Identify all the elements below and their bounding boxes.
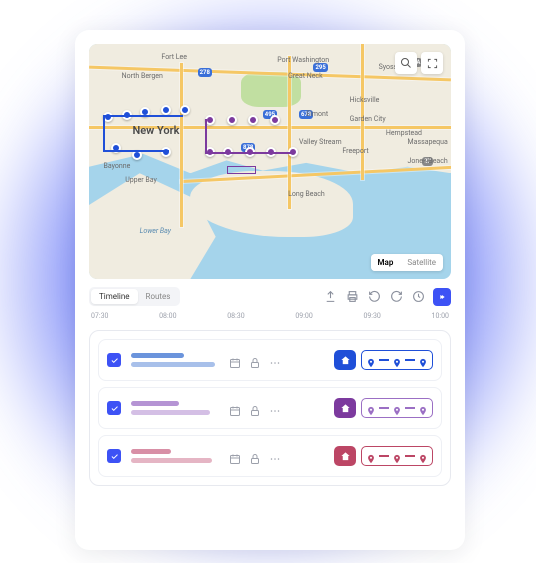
route-bars xyxy=(131,449,219,463)
calendar-icon[interactable] xyxy=(229,450,241,462)
route-chain[interactable] xyxy=(361,398,433,418)
map-city-label: New York xyxy=(132,124,179,137)
print-icon[interactable] xyxy=(345,290,359,304)
clock-icon[interactable] xyxy=(411,290,425,304)
zoom-button[interactable] xyxy=(395,52,417,74)
more-icon[interactable] xyxy=(269,450,281,462)
calendar-icon[interactable] xyxy=(229,402,241,414)
tab-routes[interactable]: Routes xyxy=(138,289,179,304)
home-icon[interactable] xyxy=(334,398,356,418)
route-row-1 xyxy=(98,339,442,381)
map-pin-purple[interactable] xyxy=(270,115,280,125)
app-card: 278 495 678 295 878 25A 27 New York Fort… xyxy=(75,30,465,550)
route-chain[interactable] xyxy=(361,350,433,370)
export-icon[interactable] xyxy=(323,290,337,304)
toolbar: Timeline Routes xyxy=(89,287,451,306)
timeline-axis: 07:30 08:00 08:30 09:00 09:30 10:00 xyxy=(89,312,451,320)
home-icon[interactable] xyxy=(334,446,356,466)
home-icon[interactable] xyxy=(334,350,356,370)
map-pin-purple[interactable] xyxy=(227,115,237,125)
map-view[interactable]: 278 495 678 295 878 25A 27 New York Fort… xyxy=(89,44,451,279)
map-type-map[interactable]: Map xyxy=(371,254,401,271)
undo-icon[interactable] xyxy=(367,290,381,304)
play-button[interactable] xyxy=(433,288,451,306)
lock-icon[interactable] xyxy=(249,450,261,462)
checkbox[interactable] xyxy=(107,353,121,367)
route-chain[interactable] xyxy=(361,446,433,466)
checkbox[interactable] xyxy=(107,449,121,463)
route-row-2 xyxy=(98,387,442,429)
view-toggle[interactable]: Timeline Routes xyxy=(89,287,180,306)
route-row-3 xyxy=(98,435,442,477)
tab-timeline[interactable]: Timeline xyxy=(91,289,138,304)
lock-icon[interactable] xyxy=(249,354,261,366)
route-bars xyxy=(131,401,219,415)
lock-icon[interactable] xyxy=(249,402,261,414)
checkbox[interactable] xyxy=(107,401,121,415)
fullscreen-button[interactable] xyxy=(421,52,443,74)
more-icon[interactable] xyxy=(269,354,281,366)
route-bars xyxy=(131,353,219,367)
map-type-satellite[interactable]: Satellite xyxy=(400,254,443,271)
map-type-toggle[interactable]: Map Satellite xyxy=(371,254,443,271)
calendar-icon[interactable] xyxy=(229,354,241,366)
routes-panel xyxy=(89,330,451,486)
more-icon[interactable] xyxy=(269,402,281,414)
map-pin-purple[interactable] xyxy=(248,115,258,125)
redo-icon[interactable] xyxy=(389,290,403,304)
